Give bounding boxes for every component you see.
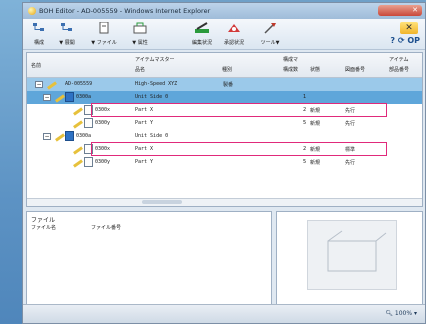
row-category: 製番 — [223, 82, 234, 88]
row-qty: 1 — [303, 94, 307, 100]
row-id: AD-005559 — [65, 81, 93, 87]
expand-icon — [61, 23, 72, 31]
pencil-icon — [73, 107, 83, 116]
toolbar-tools-label: ツール — [260, 40, 276, 46]
pencil-icon — [73, 120, 83, 129]
window-title: BOH Editor - AD-005559 - Windows Interne… — [39, 7, 211, 15]
row-name: Unit Side 0 — [135, 94, 169, 100]
browser-window: BOH Editor - AD-005559 - Windows Interne… — [22, 2, 426, 324]
row-name: Part Y — [135, 159, 154, 165]
row-qty: 5 — [303, 159, 307, 165]
col-header-quantity[interactable]: 構成数 — [283, 66, 298, 73]
col-header-drawing-no[interactable]: 図面番号 — [345, 66, 365, 73]
row-qty: 5 — [303, 120, 307, 126]
ie-icon — [28, 7, 36, 15]
col-header-category[interactable]: 種別 — [222, 66, 232, 73]
col-header-part-no[interactable]: 部品番号 — [389, 66, 409, 73]
toolbar-attribute-button[interactable]: ▼ 属性 — [125, 22, 155, 48]
row-ref: 先行 — [345, 160, 356, 166]
file-panel: ファイル ファイル名 ファイル番号 — [26, 211, 272, 305]
lower-panels: ファイル ファイル名 ファイル番号 — [26, 211, 423, 305]
table-row[interactable]: 0300y Part Y 5 新規 先行 — [27, 156, 422, 169]
toolbar-attribute-label: 属性 — [137, 40, 148, 46]
toolbar-label: ▼ 展開 — [55, 39, 79, 46]
col-header-composition[interactable]: 構成マ — [283, 56, 298, 63]
col-header-item-master[interactable]: アイテムマスター — [135, 56, 175, 63]
row-name: High-Speed XYZ — [135, 81, 178, 87]
col-header-fileno[interactable]: ファイル番号 — [91, 224, 121, 231]
zoom-control[interactable]: 🔍︎ 100% ▾ — [385, 310, 417, 317]
toolbar-approval-status-button[interactable]: 承認状況 — [219, 22, 249, 48]
toolbar-expand-button[interactable]: ▼ 展開 — [55, 22, 79, 48]
edit-status-icon — [195, 22, 209, 33]
scrollbar-thumb[interactable] — [142, 200, 182, 204]
window-close-button[interactable]: ✕ — [378, 5, 422, 16]
title-bar: BOH Editor - AD-005559 - Windows Interne… — [23, 3, 425, 19]
part-icon — [84, 157, 93, 167]
chevron-down-icon: ▾ — [413, 310, 417, 317]
row-id: 0300a — [76, 94, 92, 100]
preview-drawing — [327, 230, 387, 272]
col-header-name[interactable]: 名前 — [31, 62, 41, 69]
col-header-status[interactable]: 状態 — [310, 66, 320, 73]
pencil-icon — [73, 146, 83, 155]
collapse-toggle[interactable]: − — [43, 94, 51, 101]
assembly-icon — [65, 92, 74, 102]
file-panel-title: ファイル — [31, 217, 56, 224]
tools-icon — [264, 23, 276, 34]
toolbar-approval-status-label: 承認状況 — [223, 40, 244, 46]
collapse-toggle[interactable]: − — [43, 133, 51, 140]
toolbar-file-label: ファイル — [96, 40, 117, 46]
help-refresh-icons[interactable]: ? ⟳ OP — [390, 36, 420, 45]
approval-status-icon — [228, 24, 240, 32]
row-id: 0300a — [76, 133, 92, 139]
grid-header: 名前 アイテムマスター 品名 種別 構成マ 構成数 状態 図面番号 アイテム 部… — [27, 53, 422, 78]
structure-grid: 名前 アイテムマスター 品名 種別 構成マ 構成数 状態 図面番号 アイテム 部… — [26, 52, 423, 207]
toolbar-edit-status-button[interactable]: 編集状況 — [187, 22, 217, 48]
preview-panel — [276, 211, 423, 305]
collapse-toggle[interactable]: − — [35, 81, 43, 88]
row-ref: 先行 — [345, 121, 356, 127]
pencil-icon — [73, 159, 83, 168]
attribute-icon — [133, 22, 147, 34]
file-icon — [99, 21, 109, 34]
toolbar-label: ▼ ファイル — [87, 39, 121, 46]
col-header-filename[interactable]: ファイル名 — [31, 224, 56, 231]
toolbar-edit-status-label: 編集状況 — [191, 40, 212, 46]
status-bar: 🔍︎ 100% ▾ — [23, 304, 425, 323]
row-id: 0300y — [95, 159, 111, 165]
toolbar-expand-label: 展開 — [64, 40, 75, 46]
table-row[interactable]: − AD-005559 High-Speed XYZ 製番 — [27, 78, 422, 91]
toolbar-tools-button[interactable]: ツール▼ — [253, 22, 287, 48]
part-icon — [84, 118, 93, 128]
preview-thumbnail — [307, 220, 397, 290]
toolbar-file-button[interactable]: ▼ ファイル — [87, 21, 121, 48]
highlight-box — [91, 142, 387, 156]
pencil-icon — [55, 94, 65, 103]
toolbar-right-group: ✕ ? ⟳ OP — [366, 21, 422, 47]
toolbar-structure-button[interactable]: 構成 — [29, 22, 49, 48]
zoom-level: 100% — [394, 310, 413, 317]
row-id: 0300y — [95, 120, 111, 126]
horizontal-scrollbar[interactable] — [27, 198, 422, 206]
col-header-part-name[interactable]: 品名 — [135, 66, 145, 73]
row-name: Unit Side 0 — [135, 133, 169, 139]
row-name: Part Y — [135, 120, 154, 126]
pencil-icon — [47, 81, 57, 90]
toolbar-label: ▼ 属性 — [125, 39, 155, 46]
toolbar-label: ツール▼ — [253, 39, 287, 46]
chevron-down-icon: ▼ — [275, 40, 280, 46]
row-status: 新規 — [310, 160, 321, 166]
row-status: 新規 — [310, 121, 321, 127]
assembly-icon — [65, 131, 74, 141]
table-row[interactable]: 0300y Part Y 5 新規 先行 — [27, 117, 422, 130]
col-header-item[interactable]: アイテム — [389, 56, 409, 63]
close-editor-button[interactable]: ✕ — [400, 22, 418, 34]
toolbar-label: 構成 — [33, 40, 44, 46]
structure-icon — [33, 23, 44, 31]
toolbar: 構成 ▼ 展開 ▼ ファイル ▼ 属性 編集状況 承認状況 ツール▼ ✕ ? ⟳ — [23, 19, 425, 50]
pencil-icon — [55, 133, 65, 142]
highlight-box — [91, 103, 387, 117]
zoom-icon: 🔍︎ — [385, 310, 393, 317]
